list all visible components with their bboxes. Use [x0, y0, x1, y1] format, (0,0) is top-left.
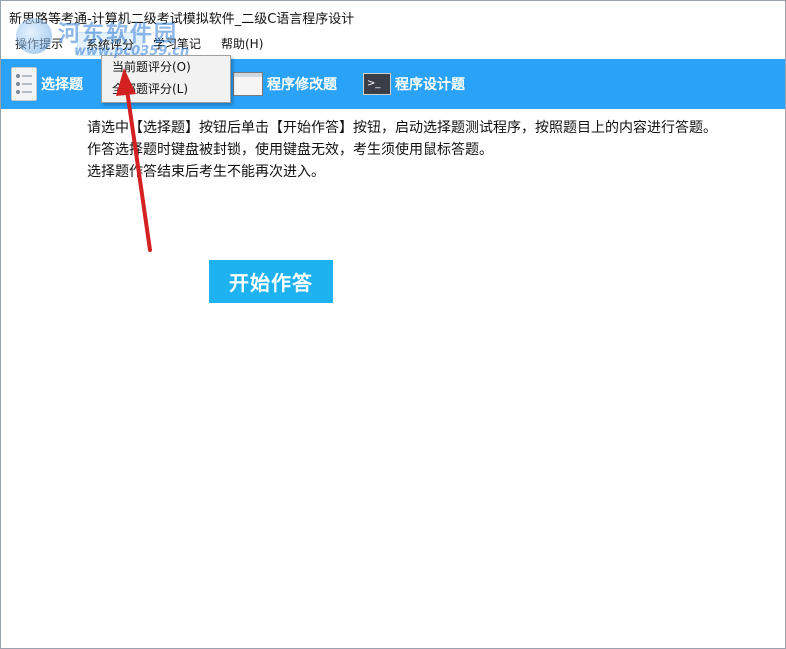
- instruction-line: 作答选择题时键盘被封锁，使用键盘无效，考生须使用鼠标答题。: [87, 142, 493, 158]
- menu-operation-tips[interactable]: 操作提示: [7, 32, 71, 56]
- toolbar-button-multiple-choice[interactable]: 选择题: [11, 59, 83, 109]
- instructions-panel: 请选中【选择题】按钮后单击【开始作答】按钮，启动选择题测试程序，按照题目上的内容…: [53, 117, 779, 183]
- menu-item-score-current[interactable]: 当前题评分(O): [103, 57, 229, 78]
- system-scoring-dropdown: 当前题评分(O) 全部题评分(L): [101, 55, 231, 103]
- window-icon: [233, 72, 263, 96]
- instruction-line: 选择题作答结束后考生不能再次进入。: [87, 164, 325, 180]
- menu-bar: 操作提示 系统评分 学习笔记 帮助(H): [1, 32, 785, 56]
- instruction-line: 请选中【选择题】按钮后单击【开始作答】按钮，启动选择题测试程序，按照题目上的内容…: [87, 120, 717, 136]
- toolbar-button-program-design[interactable]: >_ 程序设计题: [363, 59, 465, 109]
- terminal-icon: >_: [363, 73, 391, 95]
- menu-study-notes[interactable]: 学习笔记: [145, 32, 209, 56]
- title-bar: 新思路等考通-计算机二级考试模拟软件_二级C语言程序设计: [1, 1, 785, 32]
- toolbar-label-multiple-choice: 选择题: [41, 77, 83, 93]
- toolbar-label-program-fix: 程序修改题: [267, 77, 337, 93]
- app-window: 新思路等考通-计算机二级考试模拟软件_二级C语言程序设计 操作提示 系统评分 学…: [0, 0, 786, 649]
- menu-system-scoring[interactable]: 系统评分: [77, 32, 144, 56]
- menu-item-score-all[interactable]: 全部题评分(L): [103, 79, 229, 100]
- toolbar-label-program-design: 程序设计题: [395, 77, 465, 93]
- window-title: 新思路等考通-计算机二级考试模拟软件_二级C语言程序设计: [9, 12, 355, 27]
- toolbar-button-program-fix[interactable]: 程序修改题: [233, 59, 337, 109]
- checklist-icon: [11, 67, 37, 101]
- menu-help[interactable]: 帮助(H): [213, 32, 271, 56]
- start-answer-button[interactable]: 开始作答: [209, 260, 333, 303]
